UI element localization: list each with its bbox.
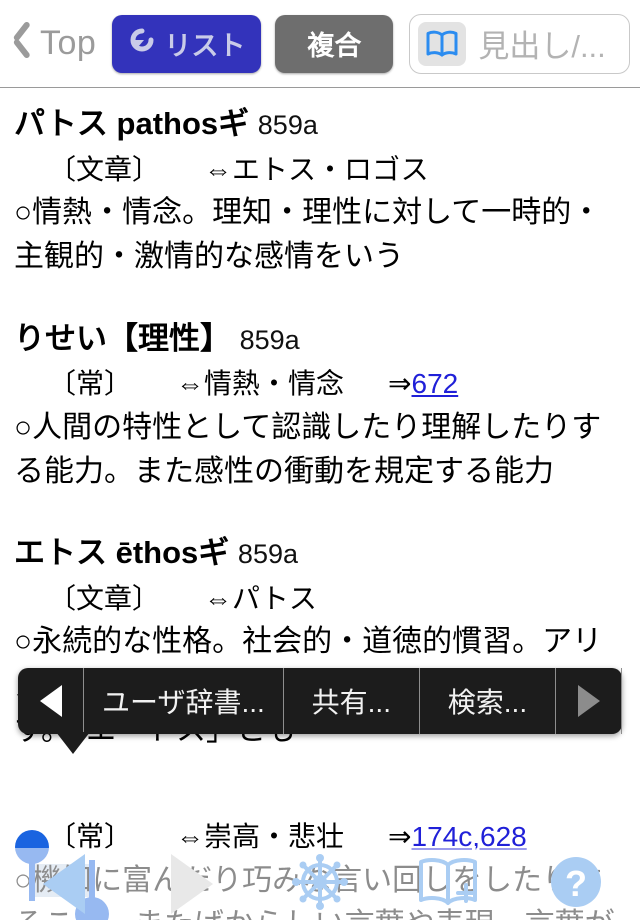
ship-wheel-icon xyxy=(290,852,350,917)
entry-headword: パトス pathosギ xyxy=(14,106,250,141)
entry-sub-line: 〔文章〕 ⇔エトス・ロゴス xyxy=(14,148,626,191)
toolbar-navigation-button[interactable] xyxy=(256,848,384,920)
context-menu-item-share[interactable]: 共有... xyxy=(284,668,420,734)
book-add-icon xyxy=(416,855,480,914)
context-menu-item-search[interactable]: 検索... xyxy=(420,668,556,734)
list-button-label: リスト xyxy=(164,31,246,61)
search-input[interactable]: 見出し/... xyxy=(409,13,630,74)
entry-page-ref: 859a xyxy=(237,539,298,570)
entry-divider-space xyxy=(14,759,626,815)
entry-tag: 〔文章〕 xyxy=(48,582,161,614)
triangle-right-icon xyxy=(577,685,600,717)
entry-page-ref: 859a xyxy=(239,324,300,355)
text-selection-context-menu: ユーザ辞書... 共有... 検索... xyxy=(18,668,622,754)
entry-headword: エトス ēthosギ xyxy=(14,535,230,571)
entry-sub-line: 〔文章〕 ⇔パトス xyxy=(14,577,626,620)
entry-tag: 〔常〕 xyxy=(48,368,133,400)
search-placeholder: 見出し/... xyxy=(478,29,606,64)
toolbar-help-button[interactable]: ? xyxy=(512,848,640,920)
dictionary-app-screen: Top リスト 複合 見出し/... パトス pathosギ 859a 〔文章〕… xyxy=(0,0,640,920)
entry-divider-space xyxy=(14,286,626,316)
entry-divider-space xyxy=(14,500,626,530)
compound-button-label: 複合 xyxy=(307,31,362,61)
toolbar-add-bookmark-button[interactable] xyxy=(384,848,512,920)
context-menu-item-label: 検索... xyxy=(447,687,528,718)
triangle-left-icon xyxy=(39,685,62,717)
entry-page-ref: 859a xyxy=(257,110,318,140)
entry-tag: 〔文章〕 xyxy=(48,153,161,185)
entry-headword-line: パトス pathosギ 859a xyxy=(14,101,626,148)
svg-text:?: ? xyxy=(565,863,587,904)
forward-arrow-icon xyxy=(171,854,213,914)
entry-antonym: ⇔パトス xyxy=(204,582,317,614)
toolbar-back-button[interactable] xyxy=(0,848,128,920)
top-navigation-bar: Top リスト 複合 見出し/... xyxy=(0,0,640,88)
entry-definition: ○人間の特性として認識したり理解したりする能力。また感性の衝動を規定する能力 xyxy=(14,410,602,488)
entry-headword: りせい【理性】 xyxy=(14,320,231,356)
context-menu-item-label: ユーザ辞書... xyxy=(102,687,265,718)
context-menu-item-user-dictionary[interactable]: ユーザ辞書... xyxy=(84,668,284,734)
chevron-left-icon xyxy=(12,25,34,63)
entry-headword-line: りせい【理性】 859a xyxy=(14,316,626,363)
dictionary-content-area[interactable]: パトス pathosギ 859a 〔文章〕 ⇔エトス・ロゴス ○情熱・情念。理知・… xyxy=(0,89,640,920)
back-arrow-icon xyxy=(43,854,85,914)
open-book-icon[interactable] xyxy=(418,21,467,66)
compound-search-button[interactable]: 複合 xyxy=(275,14,394,73)
loop-arrow-icon xyxy=(128,28,158,59)
entry-sub-line: 〔常〕 ⇔情熱・情念 ⇒672 xyxy=(14,362,626,405)
context-menu-next-button[interactable] xyxy=(556,668,622,734)
entry-headword-line: エトス ēthosギ 859a xyxy=(14,530,626,577)
context-menu-item-label: 共有... xyxy=(311,687,391,718)
entry-xref-link[interactable]: 672 xyxy=(412,368,459,399)
toolbar-forward-button[interactable] xyxy=(128,848,256,920)
entry-antonym: ⇔情熱・情念 xyxy=(176,368,345,400)
back-button-label: Top xyxy=(40,24,97,62)
help-icon: ? xyxy=(547,853,605,916)
context-menu-prev-button[interactable] xyxy=(18,668,84,734)
context-menu-pointer-tail xyxy=(56,732,90,754)
dictionary-entry[interactable]: パトス pathosギ 859a 〔文章〕 ⇔エトス・ロゴス ○情熱・情念。理知・… xyxy=(14,101,626,280)
entry-antonym: ⇔エトス・ロゴス xyxy=(204,153,429,185)
list-button[interactable]: リスト xyxy=(112,14,262,73)
dictionary-entry[interactable]: りせい【理性】 859a 〔常〕 ⇔情熱・情念 ⇒672 ○人間の特性として認識した… xyxy=(14,316,626,495)
back-to-top-button[interactable]: Top xyxy=(12,12,96,76)
entry-xref-prefix: ⇒ xyxy=(388,368,412,400)
bottom-toolbar: ? xyxy=(0,848,640,920)
entry-definition: ○情熱・情念。理知・理性に対して一時的・主観的・激情的な感情をいう xyxy=(14,195,602,274)
